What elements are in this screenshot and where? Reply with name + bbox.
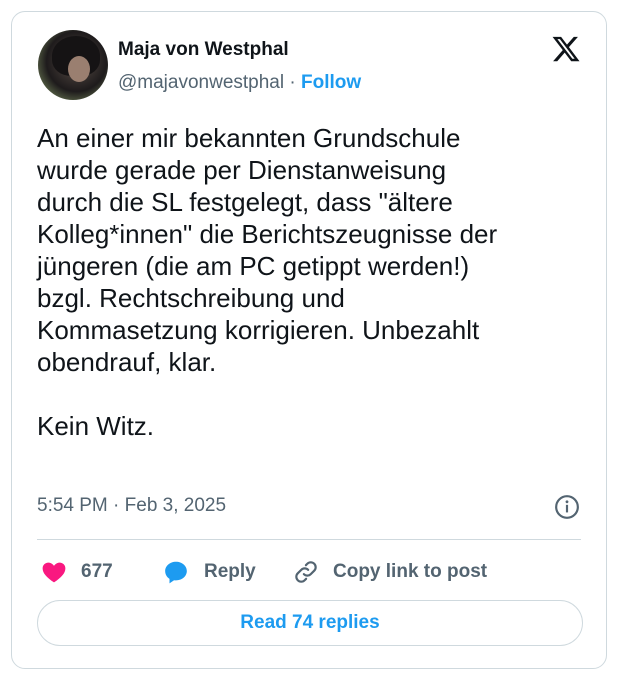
- tweet-timestamp[interactable]: 5:54 PM · Feb 3, 2025: [37, 495, 226, 517]
- x-logo-icon[interactable]: [550, 34, 582, 64]
- copy-link-label: Copy link to post: [333, 561, 488, 582]
- follow-button[interactable]: Follow: [301, 72, 361, 93]
- like-count: 677: [81, 561, 113, 582]
- avatar[interactable]: [38, 30, 108, 100]
- link-icon: [295, 561, 317, 583]
- author-handle[interactable]: @majavonwestphal: [118, 72, 284, 93]
- author-handle-row: @majavonwestphal · Follow: [118, 72, 361, 94]
- reply-button[interactable]: Reply: [162, 555, 256, 589]
- copy-link-button[interactable]: Copy link to post: [293, 555, 487, 589]
- speech-bubble-icon: [165, 561, 187, 584]
- read-replies-button[interactable]: Read 74 replies: [37, 600, 583, 646]
- divider: [37, 539, 581, 540]
- tweet-card: Maja von Westphal @majavonwestphal · Fol…: [11, 11, 607, 669]
- tweet-text: An einer mir bekannten Grundschule wurde…: [37, 123, 498, 441]
- action-bar: 677 Reply Copy link to post: [37, 555, 597, 589]
- like-button[interactable]: 677: [41, 555, 113, 589]
- author-name[interactable]: Maja von Westphal: [118, 39, 289, 61]
- info-icon[interactable]: [554, 494, 580, 520]
- reply-label: Reply: [204, 561, 256, 582]
- heart-icon: [42, 562, 66, 583]
- handle-separator: ·: [289, 72, 296, 93]
